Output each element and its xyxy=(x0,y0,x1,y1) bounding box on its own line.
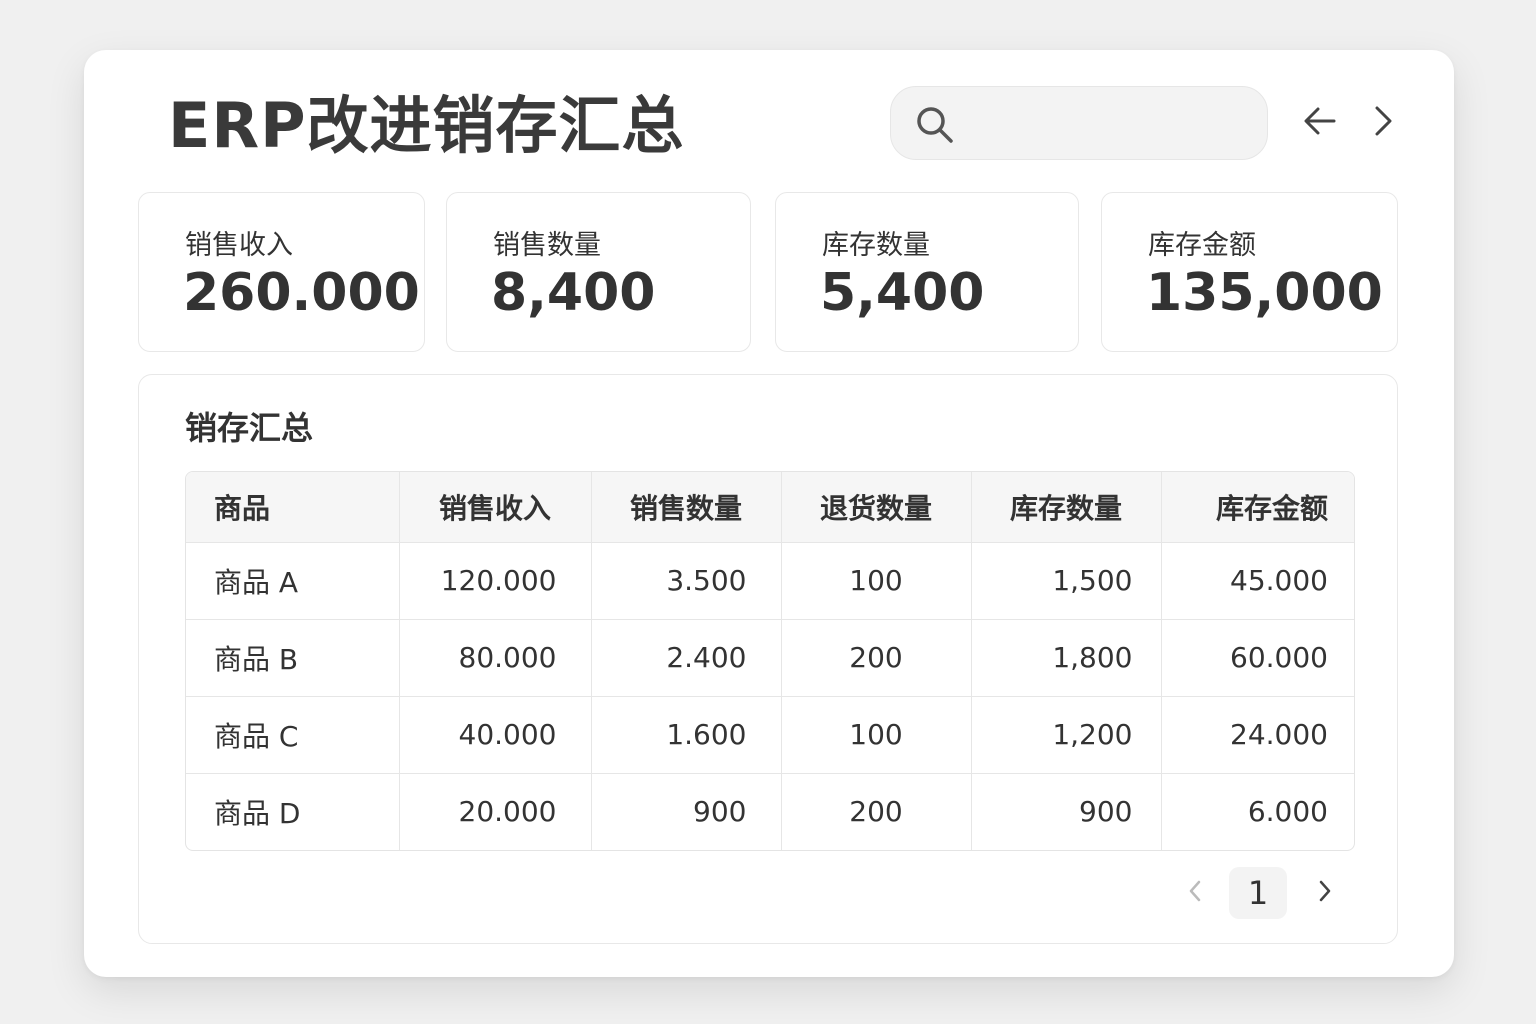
cell-product: 商品 C xyxy=(186,696,400,774)
stat-label: 库存数量 xyxy=(822,230,930,261)
stat-label: 销售数量 xyxy=(493,230,601,261)
cell-inventory-amount: 45.000 xyxy=(1161,542,1354,620)
cell-sales-revenue: 20.000 xyxy=(399,773,592,850)
arrow-left-icon xyxy=(1302,103,1338,143)
stat-card-sales-revenue: 销售收入 260.000 xyxy=(138,192,425,352)
cell-inventory-amount: 6.000 xyxy=(1247,795,1328,829)
pagination-next-button[interactable] xyxy=(1305,867,1345,919)
stat-card-inventory-amount: 库存金额 135,000 xyxy=(1101,192,1398,352)
cell-inventory-quantity: 1,200 xyxy=(971,696,1162,774)
stat-value: 8,400 xyxy=(491,263,656,323)
column-header-inventory-amount[interactable]: 库存金额 xyxy=(1161,472,1354,543)
cell-return-quantity: 100 xyxy=(781,696,972,774)
cell-product: 商品 A xyxy=(186,542,400,620)
stat-value: 135,000 xyxy=(1146,263,1383,323)
stat-card-sales-quantity: 销售数量 8,400 xyxy=(446,192,751,352)
column-header-product[interactable]: 商品 xyxy=(186,472,400,543)
table-row[interactable]: 商品 A 120.000 3.500 100 1,500 45.000 xyxy=(186,542,1354,620)
pagination-prev-button[interactable] xyxy=(1175,867,1215,919)
cell-inventory-amount: 60.000 xyxy=(1161,619,1354,697)
cell-inventory-quantity: 900 xyxy=(971,773,1162,850)
table-row[interactable]: 商品 D 20.000 900 200 900 6.000 xyxy=(186,773,1354,850)
page-title: ERP改进销存汇总 xyxy=(168,89,685,162)
summary-title: 销存汇总 xyxy=(185,409,314,447)
stat-label: 销售收入 xyxy=(185,230,293,261)
chevron-right-icon xyxy=(1366,103,1402,143)
column-header-sales-revenue[interactable]: 销售收入 xyxy=(399,472,592,543)
cell-return-quantity: 200 xyxy=(781,619,972,697)
stat-label: 库存金额 xyxy=(1148,230,1256,261)
pagination-page-current[interactable]: 1 xyxy=(1229,867,1287,919)
cell-inventory-quantity: 1,800 xyxy=(971,619,1162,697)
table-header-row: 商品 销售收入 销售数量 退货数量 库存数量 库存金额 xyxy=(186,472,1354,543)
table-row[interactable]: 商品 C 40.000 1.600 100 1,200 24.000 xyxy=(186,696,1354,774)
cell-sales-quantity: 900 xyxy=(591,773,782,850)
cell-sales-revenue: 80.000 xyxy=(399,619,592,697)
cell-return-quantity: 200 xyxy=(781,773,972,850)
nav-back-button[interactable] xyxy=(1298,98,1342,148)
stat-value: 5,400 xyxy=(820,263,985,323)
nav-forward-button[interactable] xyxy=(1362,98,1406,148)
cell-sales-revenue: 40.000 xyxy=(399,696,592,774)
search-input[interactable] xyxy=(967,101,1247,147)
table-row[interactable]: 商品 B 80.000 2.400 200 1,800 60.000 xyxy=(186,619,1354,697)
column-header-sales-quantity[interactable]: 销售数量 xyxy=(591,472,782,543)
cell-sales-quantity: 1.600 xyxy=(591,696,782,774)
erp-window: ERP改进销存汇总 销售收入 260.000 销售数量 8,400 库存数量 5… xyxy=(84,50,1454,977)
summary-table: 商品 销售收入 销售数量 退货数量 库存数量 库存金额 商品 A 120.000… xyxy=(185,471,1355,851)
column-header-return-quantity[interactable]: 退货数量 xyxy=(781,472,972,543)
column-header-inventory-quantity[interactable]: 库存数量 xyxy=(971,472,1162,543)
cell-product: 商品 D xyxy=(186,773,400,850)
search-box[interactable] xyxy=(890,86,1268,160)
stat-value: 260.000 xyxy=(183,263,420,323)
cell-sales-quantity: 2.400 xyxy=(591,619,782,697)
stat-card-inventory-quantity: 库存数量 5,400 xyxy=(775,192,1079,352)
cell-sales-revenue: 120.000 xyxy=(399,542,592,620)
chevron-left-icon xyxy=(1184,876,1206,910)
search-icon xyxy=(913,103,957,147)
cell-inventory-quantity: 1,500 xyxy=(971,542,1162,620)
summary-panel: 销存汇总 商品 销售收入 销售数量 退货数量 库存数量 库存金额 商品 A 12… xyxy=(138,374,1398,944)
cell-product: 商品 B xyxy=(186,619,400,697)
cell-inventory-amount: 24.000 xyxy=(1161,696,1354,774)
chevron-right-icon xyxy=(1314,876,1336,910)
cell-return-quantity: 100 xyxy=(781,542,972,620)
cell-sales-quantity: 3.500 xyxy=(591,542,782,620)
